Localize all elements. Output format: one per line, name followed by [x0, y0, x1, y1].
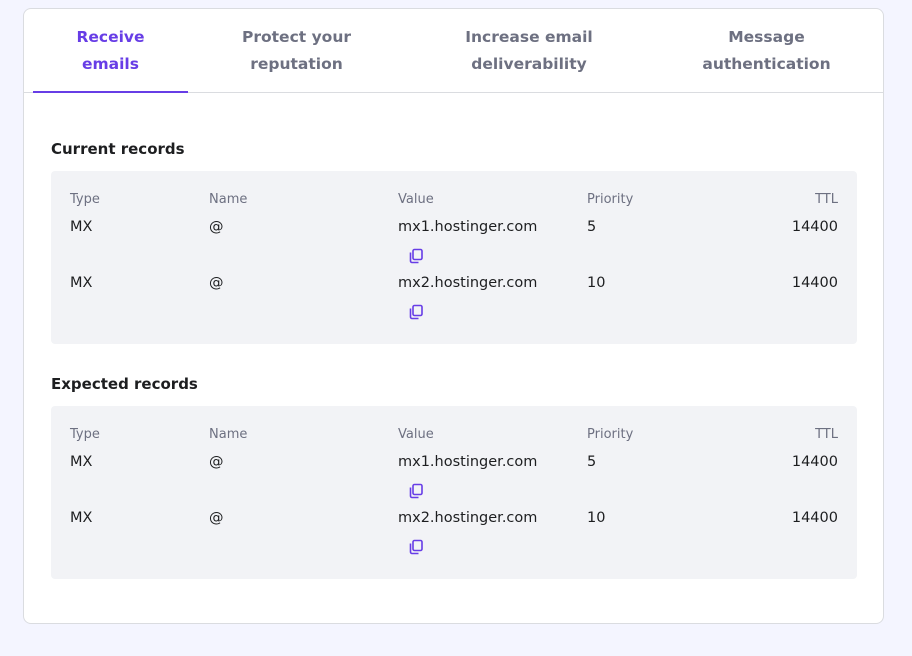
tab-label-line1: Increase email [465, 27, 593, 46]
record-name: @ [209, 275, 224, 291]
record-name: @ [209, 454, 224, 470]
col-header-name: Name [209, 192, 248, 207]
expected-records-title: Expected records [51, 375, 198, 393]
col-header-ttl: TTL [815, 192, 838, 207]
record-ttl: 14400 [791, 454, 838, 470]
col-header-type: Type [70, 427, 100, 442]
tab-increase-deliverability[interactable]: Increase email deliverability [449, 9, 609, 92]
record-type: MX [70, 219, 93, 235]
record-name: @ [209, 219, 224, 235]
record-type: MX [70, 454, 93, 470]
copy-icon[interactable] [408, 248, 424, 264]
copy-icon[interactable] [408, 539, 424, 555]
record-value: mx1.hostinger.com [398, 454, 538, 470]
record-priority: 10 [587, 275, 606, 291]
record-value: mx2.hostinger.com [398, 275, 538, 291]
record-ttl: 14400 [791, 275, 838, 291]
col-header-priority: Priority [587, 192, 634, 207]
copy-icon[interactable] [408, 483, 424, 499]
record-priority: 5 [587, 219, 597, 235]
record-priority: 5 [587, 454, 597, 470]
tab-label-line1: Receive [76, 27, 145, 46]
record-ttl: 14400 [791, 510, 838, 526]
tab-label-line2: emails [82, 54, 139, 73]
expected-records-table: Type Name Value Priority TTL MX @ mx1.ho… [51, 406, 857, 579]
tab-receive-emails[interactable]: Receive emails [33, 9, 188, 93]
dns-check-card: Receive emails Protect your reputation Inc… [23, 8, 884, 624]
tab-label-line2: deliverability [471, 54, 587, 73]
record-name: @ [209, 510, 224, 526]
col-header-priority: Priority [587, 427, 634, 442]
current-records-table: Type Name Value Priority TTL MX @ mx1.ho… [51, 171, 857, 344]
record-type: MX [70, 275, 93, 291]
tab-label-line2: authentication [702, 54, 831, 73]
record-priority: 10 [587, 510, 606, 526]
tab-bar: Receive emails Protect your reputation Inc… [24, 9, 883, 93]
record-ttl: 14400 [791, 219, 838, 235]
col-header-value: Value [398, 192, 434, 207]
col-header-value: Value [398, 427, 434, 442]
tab-label-line1: Message [728, 27, 805, 46]
tab-message-authentication[interactable]: Message authentication [689, 9, 844, 92]
col-header-ttl: TTL [815, 427, 838, 442]
tab-label-line2: reputation [250, 54, 343, 73]
current-records-title: Current records [51, 140, 185, 158]
copy-icon[interactable] [408, 304, 424, 320]
col-header-type: Type [70, 192, 100, 207]
col-header-name: Name [209, 427, 248, 442]
record-value: mx2.hostinger.com [398, 510, 538, 526]
record-type: MX [70, 510, 93, 526]
record-value: mx1.hostinger.com [398, 219, 538, 235]
tab-label-line1: Protect your [242, 27, 351, 46]
tab-protect-reputation[interactable]: Protect your reputation [214, 9, 379, 92]
